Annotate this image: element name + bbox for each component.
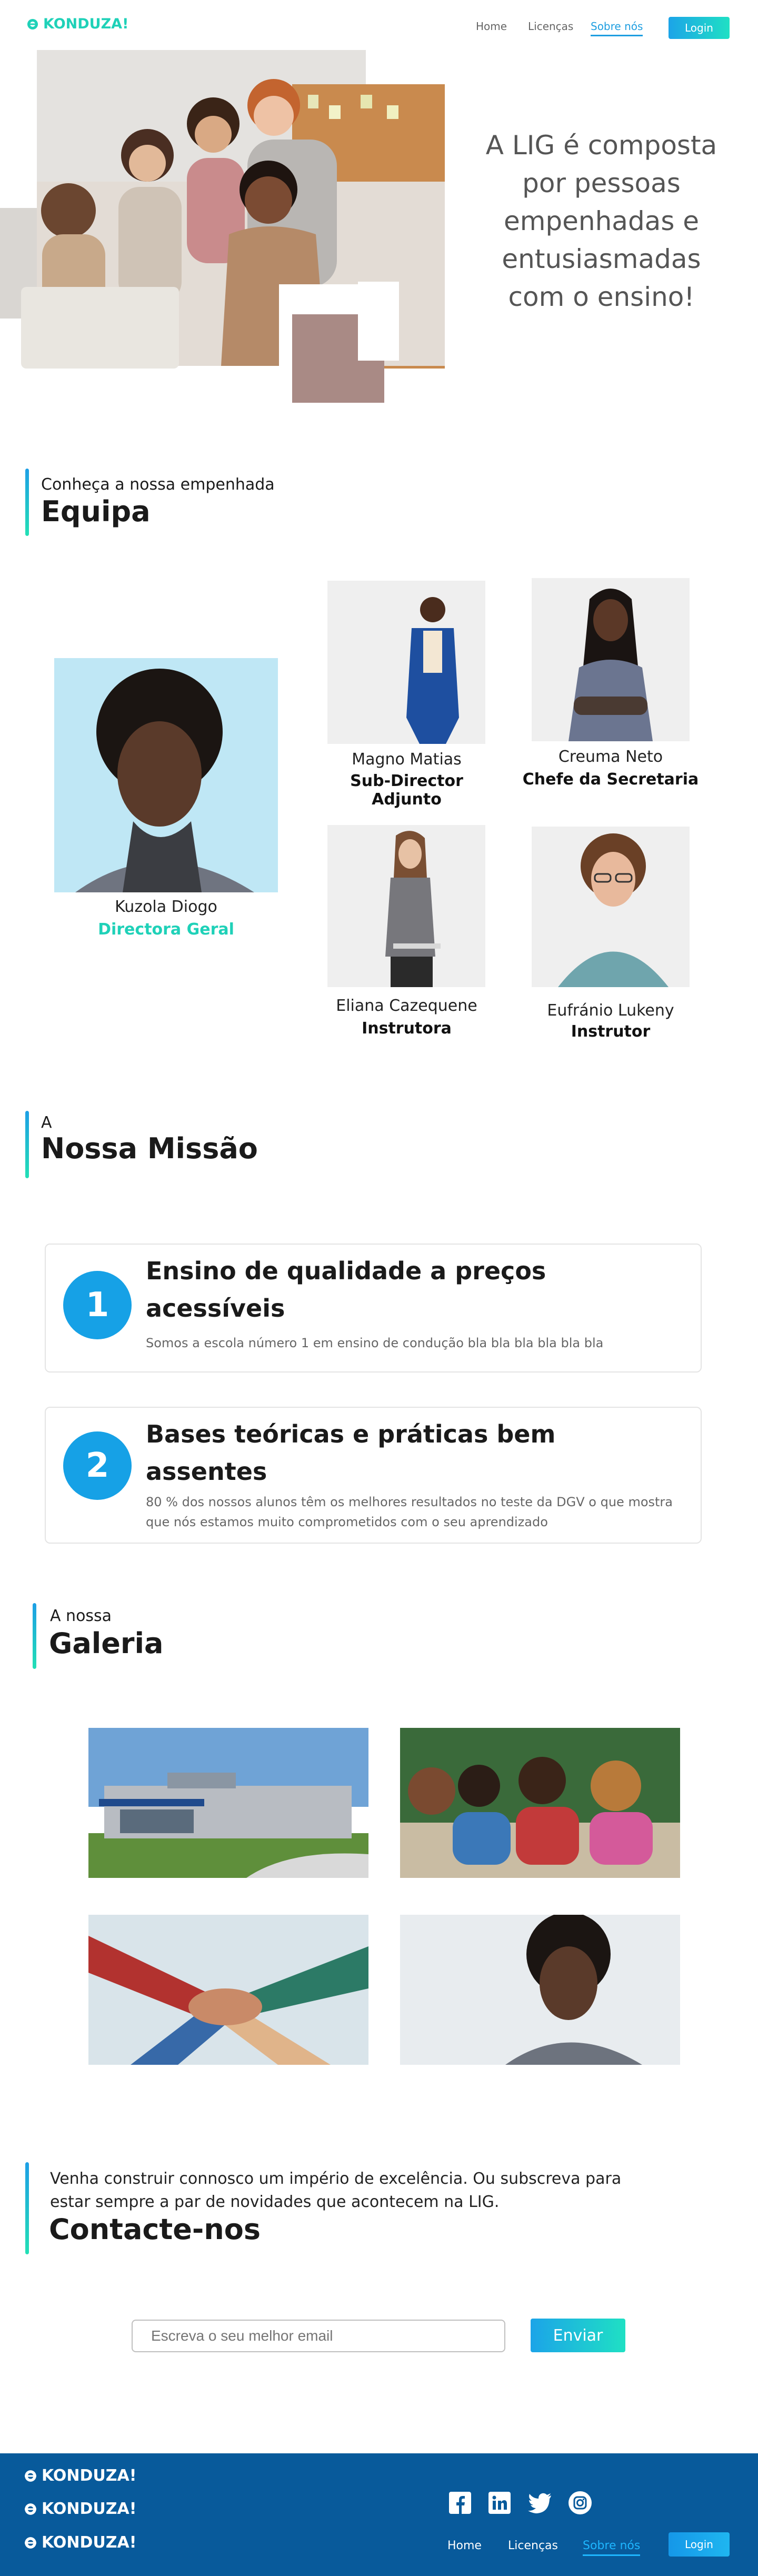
facebook-icon[interactable] <box>447 2490 473 2515</box>
hero-headline: A LIG é composta por pessoas empenhadas … <box>474 126 729 316</box>
equipa-title: Equipa <box>41 495 151 528</box>
footer-logo[interactable]: KONDUZA! <box>24 2500 136 2518</box>
photo-kuzola <box>54 658 278 892</box>
mission-title: Bases teóricas e práticas bem assentes <box>146 1416 555 1491</box>
steering-wheel-icon <box>27 18 38 29</box>
email-input[interactable] <box>132 2320 505 2352</box>
gallery-image-building[interactable] <box>88 1728 368 1878</box>
footer-nav-home[interactable]: Home <box>447 2539 482 2552</box>
footer-nav-sobre[interactable]: Sobre nós <box>583 2539 641 2556</box>
missao-title: Nossa Missão <box>41 1132 258 1165</box>
footer-logo[interactable]: KONDUZA! <box>24 2533 136 2552</box>
footer: KONDUZA! KONDUZA! KONDUZA! Home Licenças… <box>0 2453 758 2576</box>
nav-licencas[interactable]: Licenças <box>528 20 573 33</box>
mission-number-badge: 1 <box>63 1271 132 1339</box>
nav-sobre-link[interactable]: Sobre nós <box>591 20 643 36</box>
gallery-image-woman[interactable] <box>400 1915 680 2065</box>
member-name: Creuma Neto <box>558 748 663 766</box>
nav-sobre[interactable]: Sobre nós <box>591 20 643 36</box>
equipa-subtitle: Conheça a nossa empenhada <box>41 475 275 494</box>
footer-logo-text: KONDUZA! <box>42 2466 137 2485</box>
member-name: Eufránio Lukeny <box>547 1001 674 1020</box>
mission-title-line: acessíveis <box>146 1294 285 1323</box>
steering-wheel-icon <box>25 2470 36 2482</box>
member-name: Eliana Cazequene <box>336 997 477 1015</box>
brand-logo[interactable]: KONDUZA! <box>26 16 128 32</box>
gallery-image-hands[interactable] <box>88 1915 368 2065</box>
hero-line-5: com o ensino! <box>508 282 695 312</box>
photo-magno <box>327 581 485 744</box>
photo-eliana <box>327 825 485 987</box>
login-button[interactable]: Login <box>669 17 730 39</box>
member-role: Sub-Director Adjunto <box>350 772 463 809</box>
member-role: Instrutora <box>362 1019 452 1038</box>
brand-name: KONDUZA! <box>43 16 129 32</box>
photo-eufranio <box>532 827 690 987</box>
member-name: Kuzola Diogo <box>115 898 217 916</box>
galeria-accent-bar <box>33 1603 36 1669</box>
mission-text: Somos a escola número 1 em ensino de con… <box>146 1336 604 1350</box>
twitter-icon[interactable] <box>527 2490 553 2515</box>
mission-title-line: Bases teóricas e práticas bem <box>146 1420 556 1448</box>
missao-subtitle: A <box>41 1113 52 1132</box>
mission-card: 1 Ensino de qualidade a preços acessívei… <box>45 1244 702 1372</box>
mission-card: 2 Bases teóricas e práticas bem assentes… <box>45 1407 702 1544</box>
member-role: Directora Geral <box>98 920 234 939</box>
member-role: Instrutor <box>571 1022 651 1041</box>
member-role: Chefe da Secretaria <box>522 770 699 789</box>
contacto-title: Contacte-nos <box>49 2213 261 2246</box>
nav-licencas-link[interactable]: Licenças <box>528 20 573 33</box>
photo-creuma <box>532 578 690 741</box>
steering-wheel-icon <box>25 2537 36 2549</box>
equipa-accent-bar <box>25 469 29 536</box>
contacto-intro-line: Venha construir connosco um império de e… <box>50 2170 622 2188</box>
contacto-intro: Venha construir connosco um império de e… <box>50 2167 621 2214</box>
contacto-intro-line: estar sempre a par de novidades que acon… <box>50 2193 500 2211</box>
linkedin-icon[interactable] <box>487 2490 512 2515</box>
hero-line-4: entusiasmadas <box>502 244 701 274</box>
galeria-subtitle: A nossa <box>50 1607 112 1625</box>
hero-white-block <box>358 282 399 361</box>
footer-logo-text: KONDUZA! <box>42 2500 137 2518</box>
footer-login-button[interactable]: Login <box>669 2532 730 2557</box>
mission-text: 80 % dos nossos alunos têm os melhores r… <box>146 1492 673 1533</box>
gallery-image-students[interactable] <box>400 1728 680 1878</box>
mission-title-line: Ensino de qualidade a preços <box>146 1257 546 1285</box>
contacto-accent-bar <box>25 2162 29 2254</box>
missao-accent-bar <box>25 1111 29 1178</box>
mission-number-badge: 2 <box>63 1431 132 1500</box>
hero-line-1: A LIG é composta <box>485 130 717 161</box>
footer-logo-text: KONDUZA! <box>42 2533 137 2552</box>
member-name: Magno Matias <box>352 750 462 769</box>
instagram-icon[interactable] <box>567 2490 593 2515</box>
mission-title-line: assentes <box>146 1457 267 1486</box>
send-button[interactable]: Enviar <box>531 2319 625 2352</box>
hero-line-3: empenhadas e <box>503 206 700 236</box>
mission-text-line: que nós estamos muito comprometidos com … <box>146 1515 548 1530</box>
nav-home[interactable]: Home <box>476 20 507 33</box>
footer-nav-licencas[interactable]: Licenças <box>508 2539 558 2552</box>
galeria-title: Galeria <box>49 1627 164 1660</box>
steering-wheel-icon <box>25 2503 36 2515</box>
nav-home-link[interactable]: Home <box>476 20 507 33</box>
mission-title: Ensino de qualidade a preços acessíveis <box>146 1252 546 1328</box>
mission-text-line: 80 % dos nossos alunos têm os melhores r… <box>146 1495 673 1509</box>
hero-line-2: por pessoas <box>522 168 681 198</box>
footer-logo[interactable]: KONDUZA! <box>24 2466 136 2485</box>
